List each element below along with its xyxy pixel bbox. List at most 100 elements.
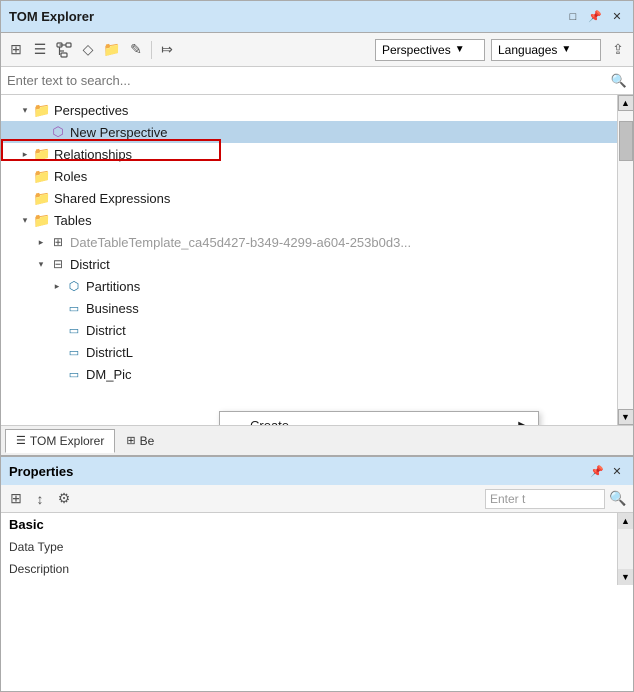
partitions-label: Partitions xyxy=(86,279,140,294)
tom-explorer-window: TOM Explorer □ 📌 ✕ ⊞ ☰ ◇ 📁 ✎ ⤇ Perspe xyxy=(0,0,634,692)
search-icon: 🔍 xyxy=(611,73,627,89)
tom-tab-icon: ☰ xyxy=(16,434,26,447)
folder-icon[interactable]: 📁 xyxy=(101,39,123,61)
expand-date[interactable]: ▸ xyxy=(33,237,49,248)
tree-item-new-perspective[interactable]: ▸ ⬡ New Perspective xyxy=(1,121,617,143)
languages-dropdown[interactable]: Languages ▼ xyxy=(491,39,601,61)
measure-business-icon: ▭ xyxy=(65,299,83,317)
expand-relationships[interactable]: ▸ xyxy=(17,149,33,160)
expand-business: ▸ xyxy=(49,303,65,314)
edit-icon[interactable]: ✎ xyxy=(125,39,147,61)
measure-districtl-icon: ▭ xyxy=(65,343,83,361)
prop-scroll-up[interactable]: ▲ xyxy=(618,513,634,529)
tree-item-business[interactable]: ▸ ▭ Business xyxy=(1,297,617,319)
measure-district-icon: ▭ xyxy=(65,321,83,339)
window-title: TOM Explorer xyxy=(9,9,94,24)
district-label: District xyxy=(70,257,110,272)
create-label: Create xyxy=(250,418,289,426)
perspectives-label: Perspectives xyxy=(54,103,128,118)
prop-search-icon[interactable]: 🔍 xyxy=(607,488,629,510)
folder-tables-icon: 📁 xyxy=(33,211,51,229)
properties-toolbar: ⊞ ↕ ⚙ 🔍 xyxy=(1,485,633,513)
tree-item-partitions[interactable]: ▸ ⬡ Partitions xyxy=(1,275,617,297)
perspectives-dropdown-value: Perspectives xyxy=(382,43,451,57)
table-date-icon: ⊞ xyxy=(49,233,67,251)
perspectives-dropdown-arrow: ▼ xyxy=(455,44,478,55)
prop-filter-icon[interactable]: ⚙ xyxy=(53,488,75,510)
properties-pin-button[interactable]: 📌 xyxy=(589,463,605,479)
tables-label: Tables xyxy=(54,213,92,228)
properties-panel: Properties 📌 ✕ ⊞ ↕ ⚙ 🔍 Basic Data Type xyxy=(1,455,633,585)
expand-perspectives[interactable]: ▾ xyxy=(17,105,33,116)
district-measure-label: District xyxy=(86,323,126,338)
dock-icon[interactable]: ⇪ xyxy=(607,39,629,61)
dmpic-label: DM_Pic xyxy=(86,367,132,382)
be-tab-icon: ⊞ xyxy=(126,434,135,447)
measure-dmpic-icon: ▭ xyxy=(65,365,83,383)
scroll-thumb[interactable] xyxy=(619,121,633,161)
context-menu: Create ▶ Make invisible Ctrl+I Shown in … xyxy=(219,411,539,425)
tree-item-tables[interactable]: ▾ 📁 Tables xyxy=(1,209,617,231)
properties-section-basic: Basic xyxy=(9,517,609,532)
tree-item-dmpic[interactable]: ▸ ▭ DM_Pic xyxy=(1,363,617,385)
perspectives-dropdown[interactable]: Perspectives ▼ xyxy=(375,39,485,61)
tree-item-shared-expressions[interactable]: ▸ 📁 Shared Expressions xyxy=(1,187,617,209)
tree-content: ▾ 📁 Perspectives ▸ ⬡ New Perspective ▸ 📁… xyxy=(1,95,617,425)
create-submenu-arrow: ▶ xyxy=(518,420,526,426)
new-perspective-label: New Perspective xyxy=(70,125,168,140)
folder-shared-icon: 📁 xyxy=(33,189,51,207)
columns-icon[interactable]: ⤇ xyxy=(156,39,178,61)
properties-scrollbar: ▲ ▼ xyxy=(617,513,633,585)
tree-item-district-measure[interactable]: ▸ ▭ District xyxy=(1,319,617,341)
close-button[interactable]: ✕ xyxy=(609,9,625,25)
scroll-down-button[interactable]: ▼ xyxy=(618,409,634,425)
relationships-label: Relationships xyxy=(54,147,132,162)
languages-dropdown-arrow: ▼ xyxy=(561,44,594,55)
expand-tables[interactable]: ▾ xyxy=(17,215,33,226)
expand-partitions[interactable]: ▸ xyxy=(49,281,65,292)
tree-item-districtl[interactable]: ▸ ▭ DistrictL xyxy=(1,341,617,363)
minimize-button[interactable]: □ xyxy=(565,9,581,25)
properties-close-button[interactable]: ✕ xyxy=(609,463,625,479)
prop-sort-icon[interactable]: ↕ xyxy=(29,488,51,510)
search-input[interactable] xyxy=(7,73,611,88)
pin-button[interactable]: 📌 xyxy=(587,9,603,25)
menu-item-create[interactable]: Create ▶ xyxy=(220,412,538,425)
title-bar-controls: □ 📌 ✕ xyxy=(565,9,625,25)
expand-district[interactable]: ▾ xyxy=(33,259,49,270)
hierarchy-icon[interactable] xyxy=(53,39,75,61)
shared-expressions-label: Shared Expressions xyxy=(54,191,170,206)
tree-scrollbar[interactable]: ▲ ▼ xyxy=(617,95,633,425)
search-bar: 🔍 xyxy=(1,67,633,95)
description-key: Description xyxy=(9,562,109,576)
scroll-up-button[interactable]: ▲ xyxy=(618,95,634,111)
cube-icon[interactable]: ◇ xyxy=(77,39,99,61)
properties-row-description: Description xyxy=(9,558,609,580)
expand-shared: ▸ xyxy=(17,193,33,204)
tab-tom-explorer[interactable]: ☰ TOM Explorer xyxy=(5,429,115,453)
tree-item-date-template[interactable]: ▸ ⊞ DateTableTemplate_ca45d427-b349-4299… xyxy=(1,231,617,253)
be-tab-label: Be xyxy=(140,434,155,448)
prop-scroll-down[interactable]: ▼ xyxy=(618,569,634,585)
grid-icon[interactable]: ⊞ xyxy=(5,39,27,61)
properties-content: Basic Data Type Description ▲ ▼ xyxy=(1,513,633,585)
districtl-label: DistrictL xyxy=(86,345,133,360)
tree-item-perspectives[interactable]: ▾ 📁 Perspectives xyxy=(1,99,617,121)
roles-label: Roles xyxy=(54,169,87,184)
tree-item-roles[interactable]: ▸ 📁 Roles xyxy=(1,165,617,187)
date-template-label: DateTableTemplate_ca45d427-b349-4299-a60… xyxy=(70,235,411,250)
expand-district-measure: ▸ xyxy=(49,325,65,336)
partitions-icon: ⬡ xyxy=(65,277,83,295)
tree-item-relationships[interactable]: ▸ 📁 Relationships xyxy=(1,143,617,165)
languages-dropdown-value: Languages xyxy=(498,43,557,57)
list-icon[interactable]: ☰ xyxy=(29,39,51,61)
prop-grid-icon[interactable]: ⊞ xyxy=(5,488,27,510)
folder-roles-icon: 📁 xyxy=(33,167,51,185)
tab-be[interactable]: ⊞ Be xyxy=(115,429,165,453)
folder-perspectives-icon: 📁 xyxy=(33,101,51,119)
folder-relationships-icon: 📁 xyxy=(33,145,51,163)
separator1 xyxy=(151,41,152,59)
tom-tab-label: TOM Explorer xyxy=(30,434,104,448)
expand-dmpic: ▸ xyxy=(49,369,65,380)
tree-item-district[interactable]: ▾ ⊟ District xyxy=(1,253,617,275)
